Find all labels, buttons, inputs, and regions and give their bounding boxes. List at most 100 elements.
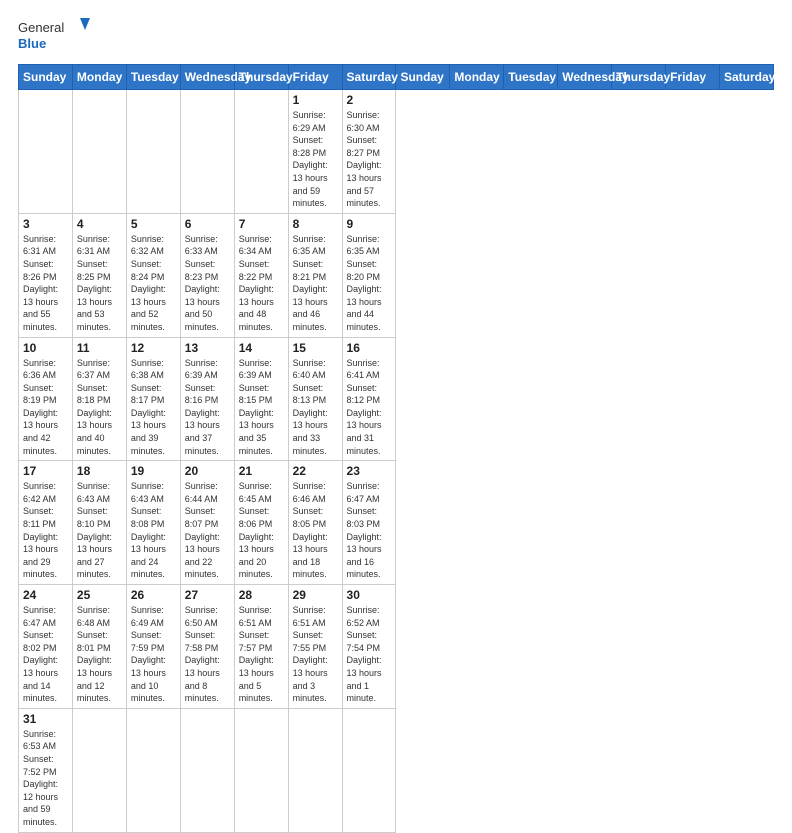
weekday-header-friday: Friday xyxy=(288,65,342,90)
day-info: Sunrise: 6:48 AM Sunset: 8:01 PM Dayligh… xyxy=(77,604,122,705)
calendar-cell xyxy=(126,90,180,214)
day-number: 9 xyxy=(347,217,392,231)
calendar-week-5: 24 Sunrise: 6:47 AM Sunset: 8:02 PM Dayli… xyxy=(19,585,774,709)
day-info: Sunrise: 6:41 AM Sunset: 8:12 PM Dayligh… xyxy=(347,357,392,458)
day-info: Sunrise: 6:53 AM Sunset: 7:52 PM Dayligh… xyxy=(23,728,68,829)
calendar-cell: 7 Sunrise: 6:34 AM Sunset: 8:22 PM Daylig… xyxy=(234,213,288,337)
weekday-header-saturday: Saturday xyxy=(719,65,773,90)
calendar-cell: 17 Sunrise: 6:42 AM Sunset: 8:11 PM Dayli… xyxy=(19,461,73,585)
day-number: 7 xyxy=(239,217,284,231)
day-info: Sunrise: 6:43 AM Sunset: 8:08 PM Dayligh… xyxy=(131,480,176,581)
day-info: Sunrise: 6:34 AM Sunset: 8:22 PM Dayligh… xyxy=(239,233,284,334)
day-number: 8 xyxy=(293,217,338,231)
calendar-cell: 5 Sunrise: 6:32 AM Sunset: 8:24 PM Daylig… xyxy=(126,213,180,337)
day-info: Sunrise: 6:30 AM Sunset: 8:27 PM Dayligh… xyxy=(347,109,392,210)
day-number: 29 xyxy=(293,588,338,602)
day-number: 23 xyxy=(347,464,392,478)
weekday-header-row: SundayMondayTuesdayWednesdayThursdayFrid… xyxy=(19,65,774,90)
weekday-header-tuesday: Tuesday xyxy=(126,65,180,90)
weekday-header-friday: Friday xyxy=(666,65,720,90)
calendar-cell: 26Sunrise: 6:49 AM Sunset: 7:59 PM Dayli… xyxy=(126,585,180,709)
weekday-header-thursday: Thursday xyxy=(234,65,288,90)
day-info: Sunrise: 6:42 AM Sunset: 8:11 PM Dayligh… xyxy=(23,480,68,581)
calendar-week-1: 1Sunrise: 6:29 AM Sunset: 8:28 PM Daylig… xyxy=(19,90,774,214)
day-info: Sunrise: 6:35 AM Sunset: 8:21 PM Dayligh… xyxy=(293,233,338,334)
day-number: 2 xyxy=(347,93,392,107)
calendar-cell: 30Sunrise: 6:52 AM Sunset: 7:54 PM Dayli… xyxy=(342,585,396,709)
calendar-cell: 21 Sunrise: 6:45 AM Sunset: 8:06 PM Dayli… xyxy=(234,461,288,585)
calendar-cell: 8 Sunrise: 6:35 AM Sunset: 8:21 PM Daylig… xyxy=(288,213,342,337)
calendar-cell: 3 Sunrise: 6:31 AM Sunset: 8:26 PM Daylig… xyxy=(19,213,73,337)
day-info: Sunrise: 6:46 AM Sunset: 8:05 PM Dayligh… xyxy=(293,480,338,581)
day-number: 25 xyxy=(77,588,122,602)
day-number: 14 xyxy=(239,341,284,355)
calendar-cell: 29 Sunrise: 6:51 AM Sunset: 7:55 PM Dayli… xyxy=(288,585,342,709)
calendar-cell: 12Sunrise: 6:38 AM Sunset: 8:17 PM Dayli… xyxy=(126,337,180,461)
calendar-cell: 6 Sunrise: 6:33 AM Sunset: 8:23 PM Daylig… xyxy=(180,213,234,337)
day-info: Sunrise: 6:52 AM Sunset: 7:54 PM Dayligh… xyxy=(347,604,392,705)
day-info: Sunrise: 6:31 AM Sunset: 8:26 PM Dayligh… xyxy=(23,233,68,334)
calendar-cell: 16 Sunrise: 6:41 AM Sunset: 8:12 PM Dayli… xyxy=(342,337,396,461)
day-number: 10 xyxy=(23,341,68,355)
day-number: 6 xyxy=(185,217,230,231)
logo: General Blue xyxy=(18,16,98,56)
day-info: Sunrise: 6:43 AM Sunset: 8:10 PM Dayligh… xyxy=(77,480,122,581)
weekday-header-thursday: Thursday xyxy=(612,65,666,90)
calendar-cell: 22 Sunrise: 6:46 AM Sunset: 8:05 PM Dayli… xyxy=(288,461,342,585)
day-info: Sunrise: 6:36 AM Sunset: 8:19 PM Dayligh… xyxy=(23,357,68,458)
generalblue-logo-icon: General Blue xyxy=(18,16,98,56)
day-number: 20 xyxy=(185,464,230,478)
calendar-cell xyxy=(234,90,288,214)
calendar-cell: 15Sunrise: 6:40 AM Sunset: 8:13 PM Dayli… xyxy=(288,337,342,461)
calendar-cell: 9Sunrise: 6:35 AM Sunset: 8:20 PM Daylig… xyxy=(342,213,396,337)
calendar-table: SundayMondayTuesdayWednesdayThursdayFrid… xyxy=(18,64,774,833)
day-number: 17 xyxy=(23,464,68,478)
day-info: Sunrise: 6:33 AM Sunset: 8:23 PM Dayligh… xyxy=(185,233,230,334)
calendar-cell xyxy=(288,708,342,832)
calendar-cell: 25 Sunrise: 6:48 AM Sunset: 8:01 PM Dayli… xyxy=(72,585,126,709)
calendar-cell: 19Sunrise: 6:43 AM Sunset: 8:08 PM Dayli… xyxy=(126,461,180,585)
day-number: 16 xyxy=(347,341,392,355)
day-number: 12 xyxy=(131,341,176,355)
day-number: 13 xyxy=(185,341,230,355)
day-number: 1 xyxy=(293,93,338,107)
day-info: Sunrise: 6:31 AM Sunset: 8:25 PM Dayligh… xyxy=(77,233,122,334)
calendar-cell xyxy=(19,90,73,214)
calendar-cell: 11Sunrise: 6:37 AM Sunset: 8:18 PM Dayli… xyxy=(72,337,126,461)
calendar-week-2: 3 Sunrise: 6:31 AM Sunset: 8:26 PM Daylig… xyxy=(19,213,774,337)
svg-text:General: General xyxy=(18,20,64,35)
calendar-week-4: 17 Sunrise: 6:42 AM Sunset: 8:11 PM Dayli… xyxy=(19,461,774,585)
day-info: Sunrise: 6:50 AM Sunset: 7:58 PM Dayligh… xyxy=(185,604,230,705)
day-number: 3 xyxy=(23,217,68,231)
calendar-cell: 18 Sunrise: 6:43 AM Sunset: 8:10 PM Dayli… xyxy=(72,461,126,585)
weekday-header-sunday: Sunday xyxy=(396,65,450,90)
calendar-cell: 27 Sunrise: 6:50 AM Sunset: 7:58 PM Dayli… xyxy=(180,585,234,709)
day-number: 27 xyxy=(185,588,230,602)
calendar-cell: 4Sunrise: 6:31 AM Sunset: 8:25 PM Daylig… xyxy=(72,213,126,337)
weekday-header-wednesday: Wednesday xyxy=(558,65,612,90)
day-info: Sunrise: 6:32 AM Sunset: 8:24 PM Dayligh… xyxy=(131,233,176,334)
calendar-cell: 1Sunrise: 6:29 AM Sunset: 8:28 PM Daylig… xyxy=(288,90,342,214)
day-info: Sunrise: 6:45 AM Sunset: 8:06 PM Dayligh… xyxy=(239,480,284,581)
day-info: Sunrise: 6:51 AM Sunset: 7:55 PM Dayligh… xyxy=(293,604,338,705)
calendar-cell: 31 Sunrise: 6:53 AM Sunset: 7:52 PM Dayli… xyxy=(19,708,73,832)
calendar-cell: 2 Sunrise: 6:30 AM Sunset: 8:27 PM Daylig… xyxy=(342,90,396,214)
day-info: Sunrise: 6:47 AM Sunset: 8:02 PM Dayligh… xyxy=(23,604,68,705)
day-number: 11 xyxy=(77,341,122,355)
day-number: 18 xyxy=(77,464,122,478)
calendar-page: General Blue SundayMondayTuesdayWednesda… xyxy=(0,0,792,612)
weekday-header-monday: Monday xyxy=(72,65,126,90)
calendar-cell: 23Sunrise: 6:47 AM Sunset: 8:03 PM Dayli… xyxy=(342,461,396,585)
calendar-cell xyxy=(126,708,180,832)
day-number: 5 xyxy=(131,217,176,231)
calendar-cell xyxy=(180,708,234,832)
calendar-cell: 20Sunrise: 6:44 AM Sunset: 8:07 PM Dayli… xyxy=(180,461,234,585)
weekday-header-monday: Monday xyxy=(450,65,504,90)
day-number: 31 xyxy=(23,712,68,726)
calendar-cell xyxy=(234,708,288,832)
day-number: 24 xyxy=(23,588,68,602)
day-number: 26 xyxy=(131,588,176,602)
calendar-cell xyxy=(72,90,126,214)
day-number: 22 xyxy=(293,464,338,478)
day-number: 21 xyxy=(239,464,284,478)
